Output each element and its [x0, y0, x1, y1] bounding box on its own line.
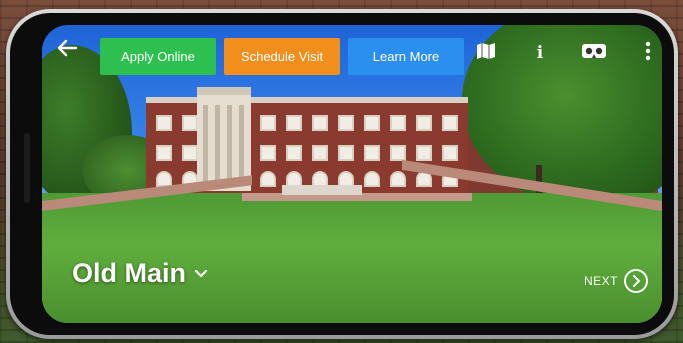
- more-options-button[interactable]: [634, 39, 662, 67]
- schedule-visit-button[interactable]: Schedule Visit: [224, 38, 340, 75]
- chevron-down-icon: [194, 265, 208, 283]
- scene-main-building: [146, 97, 468, 193]
- location-title: Old Main: [72, 258, 186, 288]
- next-label: NEXT: [583, 274, 618, 288]
- phone-speaker: [24, 133, 30, 203]
- location-selector[interactable]: Old Main: [72, 258, 208, 289]
- scene-steps: [282, 185, 362, 195]
- chevron-right-circle-icon: [624, 269, 648, 293]
- tour-viewer[interactable]: Apply Online Schedule Visit Learn More i: [42, 25, 662, 323]
- back-button[interactable]: [52, 37, 82, 63]
- phone-frame: Apply Online Schedule Visit Learn More i: [6, 9, 678, 339]
- top-toolbar: Apply Online Schedule Visit Learn More i: [42, 25, 662, 81]
- vr-headset-icon: [581, 42, 607, 65]
- next-button[interactable]: NEXT: [584, 269, 648, 293]
- more-vertical-icon: [645, 41, 651, 66]
- vr-mode-button[interactable]: [580, 39, 608, 67]
- map-icon: [476, 42, 496, 65]
- phone-bezel: Apply Online Schedule Visit Learn More i: [10, 13, 674, 335]
- map-button[interactable]: [472, 39, 500, 67]
- info-icon: i: [536, 43, 544, 63]
- arrow-left-icon: [56, 39, 78, 62]
- apply-online-button[interactable]: Apply Online: [100, 38, 216, 75]
- info-button[interactable]: i: [526, 39, 554, 67]
- learn-more-button[interactable]: Learn More: [348, 38, 464, 75]
